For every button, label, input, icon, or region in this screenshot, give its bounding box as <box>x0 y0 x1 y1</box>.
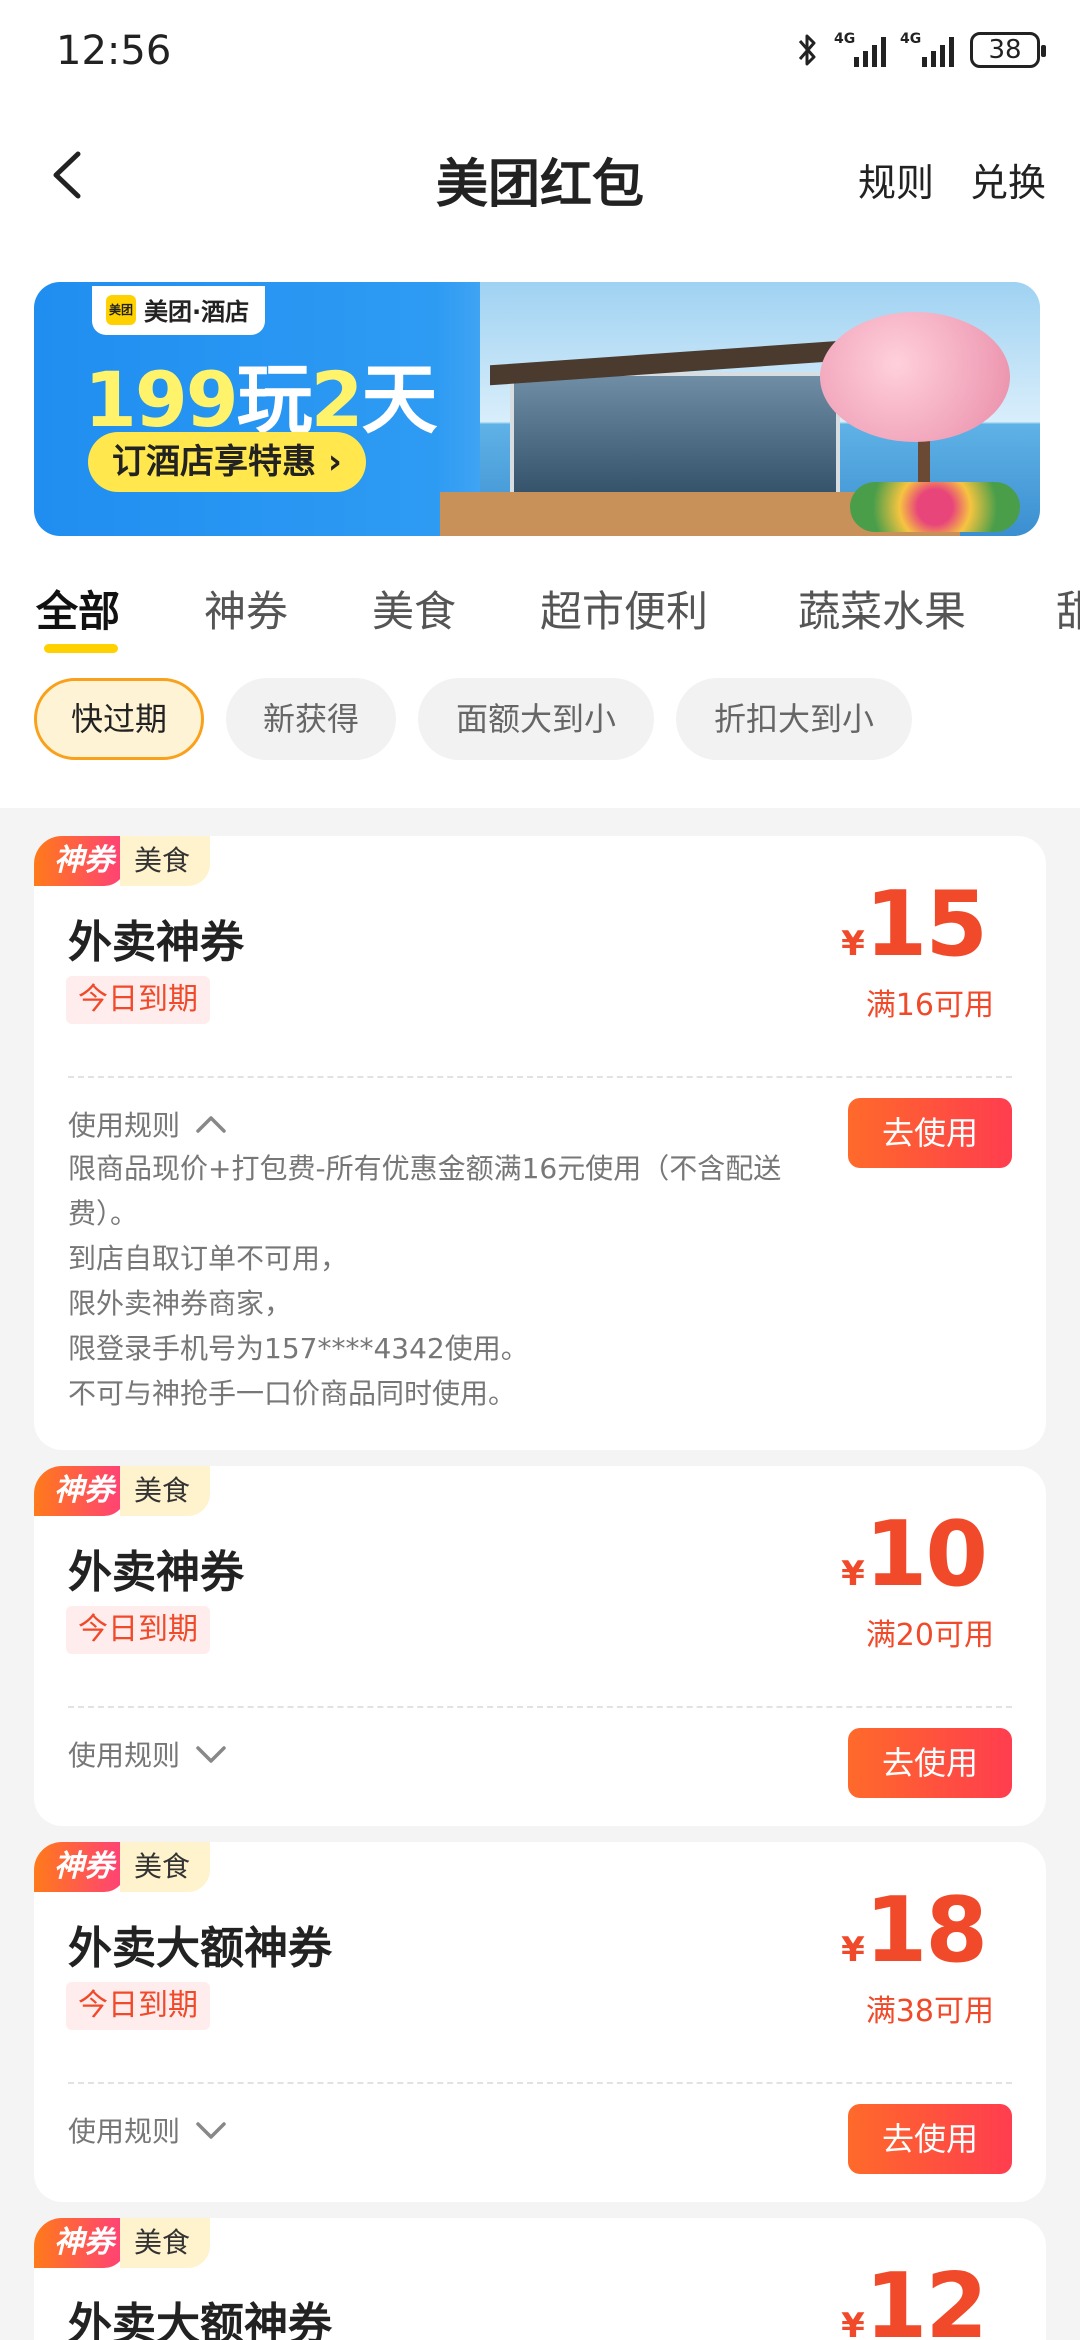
coupon-tag: 神券 美食 <box>34 836 211 886</box>
tab-vegetables-fruit[interactable]: 蔬菜水果 <box>798 578 966 639</box>
coupon-amount: ¥10 <box>841 1502 988 1607</box>
meituan-logo-icon: 美团 <box>106 294 136 325</box>
coupon-condition: 满38可用 <box>865 1994 994 2029</box>
tab-dessert[interactable]: 甜 <box>1056 578 1080 639</box>
category-badge: 美食 <box>120 1466 211 1516</box>
sort-chips: 快过期 新获得 面额大到小 折扣大到小 <box>0 678 1080 760</box>
status-bar: 12:56 4G 4G 38 <box>0 0 1080 100</box>
hotel-promo-banner[interactable]: 美团 美团·酒店 199玩2天 订酒店享特惠 › <box>34 282 1040 536</box>
expire-badge: 今日到期 <box>66 976 210 1024</box>
currency-symbol: ¥ <box>841 924 865 964</box>
amount-value: 10 <box>864 1502 988 1607</box>
battery-icon: 38 <box>970 32 1046 68</box>
category-badge: 美食 <box>120 836 211 886</box>
signal-label: 4G <box>834 31 856 47</box>
divider <box>68 1706 1012 1708</box>
signal-icon: 4G <box>834 31 886 67</box>
headline-part: 199 <box>84 355 239 444</box>
coupon-name: 外卖大额神券 <box>68 1923 332 1974</box>
coupon-name: 外卖神券 <box>68 1547 244 1598</box>
category-tabs: 全部 神券 美食 超市便利 蔬菜水果 甜 <box>0 578 1080 658</box>
coupon-amount: ¥12 <box>841 2254 988 2340</box>
chevron-down-icon <box>196 1746 226 1763</box>
exchange-link[interactable]: 兑换 <box>970 152 1046 207</box>
headline-part: 玩 <box>236 355 313 444</box>
rule-line: 限商品现价+打包费-所有优惠金额满16元使用（不含配送 <box>68 1152 782 1185</box>
coupon-tag: 神券 美食 <box>34 1466 211 1516</box>
coupon-name: 外卖大额神券 <box>68 2299 332 2340</box>
tab-supermarket[interactable]: 超市便利 <box>540 578 708 639</box>
usage-rules-label: 使用规则 <box>68 2115 181 2148</box>
signal-icon-2: 4G <box>900 31 956 67</box>
tab-food[interactable]: 美食 <box>372 578 456 639</box>
bluetooth-icon <box>798 34 816 66</box>
amount-value: 15 <box>864 872 988 977</box>
headline-part: 2 <box>310 355 364 444</box>
rule-line: 费）。 <box>68 1197 139 1230</box>
tab-god-coupon[interactable]: 神券 <box>204 578 288 639</box>
currency-symbol: ¥ <box>841 1930 865 1970</box>
signal-label-2: 4G <box>900 31 922 47</box>
rule-line: 到店自取订单不可用， <box>68 1242 349 1275</box>
divider <box>68 1076 1012 1078</box>
rules-link[interactable]: 规则 <box>858 152 934 207</box>
god-coupon-badge: 神券 <box>34 2218 126 2268</box>
coupon-tag: 神券 美食 <box>34 1842 211 1892</box>
nav-bar: 美团红包 规则 兑换 <box>0 130 1080 220</box>
usage-rules-label: 使用规则 <box>68 1739 181 1772</box>
amount-value: 12 <box>864 2254 988 2340</box>
tab-all[interactable]: 全部 <box>36 578 120 639</box>
usage-rules-label: 使用规则 <box>68 1109 181 1142</box>
headline-part: 天 <box>361 355 438 444</box>
banner-cta-button[interactable]: 订酒店享特惠 › <box>88 432 366 492</box>
coupon-tag: 神券 美食 <box>34 2218 211 2268</box>
usage-rules-toggle[interactable]: 使用规则 <box>68 1734 228 1774</box>
banner-brand-label: 美团·酒店 <box>144 298 250 326</box>
usage-rules-toggle[interactable]: 使用规则 <box>68 2110 228 2150</box>
rule-line: 限登录手机号为157****4342使用。 <box>68 1332 529 1365</box>
banner-cherry-tree-image <box>820 312 1010 442</box>
currency-symbol: ¥ <box>841 2306 865 2340</box>
banner-flowers-image <box>850 482 1020 532</box>
coupon-card: 神券 美食 外卖大额神券 ¥12 <box>34 2218 1046 2340</box>
usage-rules-toggle[interactable]: 使用规则 <box>68 1104 228 1144</box>
chip-amount-desc[interactable]: 面额大到小 <box>418 678 654 760</box>
use-coupon-button[interactable]: 去使用 <box>848 1098 1012 1168</box>
chip-newly-received[interactable]: 新获得 <box>226 678 396 760</box>
coupon-card: 神券 美食 外卖神券 今日到期 ¥10 满20可用 使用规则 去使用 <box>34 1466 1046 1826</box>
amount-value: 18 <box>864 1878 988 1983</box>
coupon-name: 外卖神券 <box>68 917 244 968</box>
header-area: 12:56 4G 4G 38 美团红包 规则 兑换 美团 美团·酒店 199玩2… <box>0 0 1080 808</box>
god-coupon-badge: 神券 <box>34 1842 126 1892</box>
usage-rules-details: 限商品现价+打包费-所有优惠金额满16元使用（不含配送 费）。 到店自取订单不可… <box>68 1146 858 1416</box>
coupon-amount: ¥15 <box>841 872 988 977</box>
currency-symbol: ¥ <box>841 1554 865 1594</box>
status-icons: 4G 4G 38 <box>796 31 1046 68</box>
coupon-card: 神券 美食 外卖大额神券 今日到期 ¥18 满38可用 使用规则 去使用 <box>34 1842 1046 2202</box>
active-tab-indicator <box>44 644 118 653</box>
rule-line: 限外卖神券商家， <box>68 1287 293 1320</box>
god-coupon-badge: 神券 <box>34 1466 126 1516</box>
chevron-up-icon <box>196 1116 226 1133</box>
banner-brand-badge: 美团 美团·酒店 <box>92 286 266 335</box>
expire-badge: 今日到期 <box>66 1982 210 2030</box>
status-time: 12:56 <box>56 28 172 74</box>
coupon-condition: 满16可用 <box>865 988 994 1023</box>
coupon-condition: 满20可用 <box>865 1618 994 1653</box>
category-badge: 美食 <box>120 2218 211 2268</box>
category-badge: 美食 <box>120 1842 211 1892</box>
rule-line: 不可与神抢手一口价商品同时使用。 <box>68 1377 517 1410</box>
coupon-card: 神券 美食 外卖神券 今日到期 ¥15 满16可用 使用规则 去使用 限商品现价… <box>34 836 1046 1450</box>
chip-discount-desc[interactable]: 折扣大到小 <box>676 678 912 760</box>
banner-house-image <box>510 372 840 512</box>
chip-expiring-soon[interactable]: 快过期 <box>34 678 204 760</box>
use-coupon-button[interactable]: 去使用 <box>848 2104 1012 2174</box>
divider <box>68 2082 1012 2084</box>
god-coupon-badge: 神券 <box>34 836 126 886</box>
chevron-down-icon <box>196 2122 226 2139</box>
coupon-amount: ¥18 <box>841 1878 988 1983</box>
use-coupon-button[interactable]: 去使用 <box>848 1728 1012 1798</box>
expire-badge: 今日到期 <box>66 1606 210 1654</box>
